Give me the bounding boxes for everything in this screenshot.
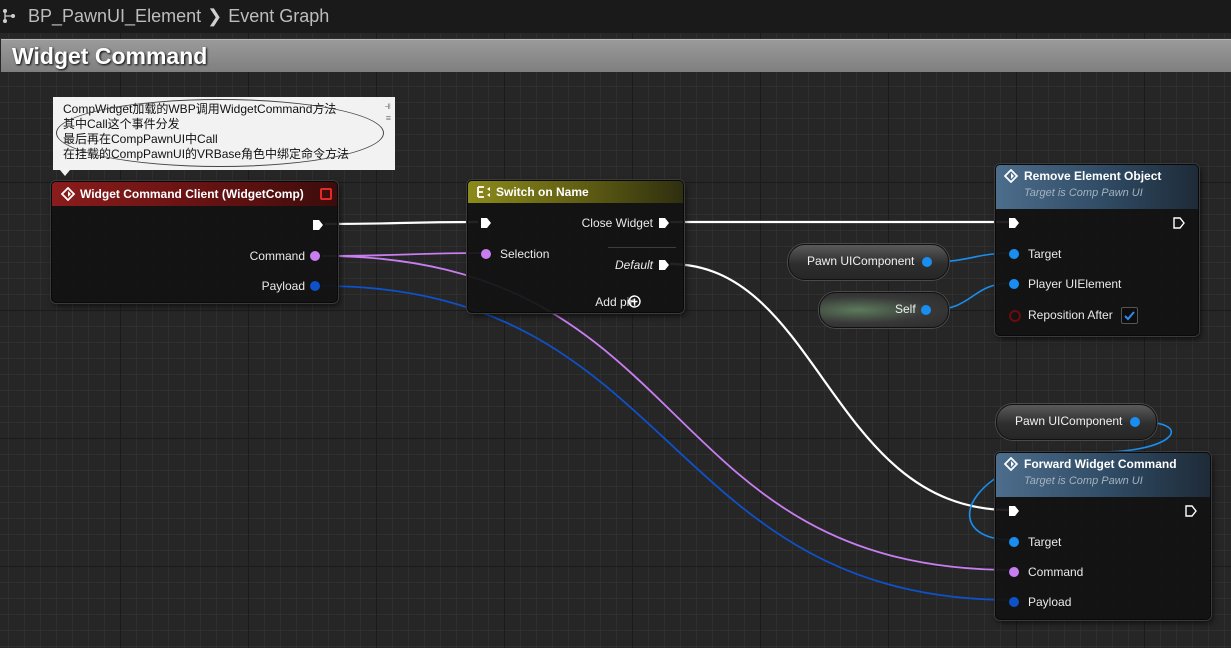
- pawn-ui-component-getter-1[interactable]: Pawn UIComponent: [788, 244, 949, 280]
- forward-node-title: Forward Widget Command: [1024, 457, 1177, 471]
- event-command-pin[interactable]: [310, 251, 320, 261]
- remove-exec-out-pin[interactable]: [1173, 217, 1185, 229]
- name-wire-command-to-selection: [321, 252, 485, 257]
- function-icon: [1004, 457, 1018, 471]
- remove-node-title: Remove Element Object: [1024, 169, 1162, 183]
- checkmark-icon: [1124, 311, 1135, 321]
- pawn-ui-component-label-1: Pawn UIComponent: [807, 254, 915, 268]
- event-command-label: Command: [249, 249, 305, 263]
- switch-default-pin[interactable]: [658, 259, 670, 271]
- event-payload-label: Payload: [261, 279, 305, 293]
- add-pin-plus-icon[interactable]: [628, 295, 641, 308]
- event-node-title: Widget Command Client (WidgetComp): [80, 187, 304, 201]
- remove-target-pin[interactable]: [1009, 249, 1019, 259]
- switch-node-title: Switch on Name: [496, 185, 589, 199]
- forward-target-label: Target: [1028, 535, 1062, 549]
- note-line-1: CompWidget加载的WBP调用WidgetCommand方法: [63, 102, 337, 116]
- comment-note[interactable]: CompWidget加载的WBP调用WidgetCommand方法 其中Call…: [53, 97, 395, 170]
- note-line-4: 在挂载的CompPawnUI的VRBase角色中绑定命令方法: [63, 147, 350, 161]
- pawn-ui-component-getter-2[interactable]: Pawn UIComponent: [996, 404, 1157, 440]
- switch-default-label: Default: [614, 258, 653, 272]
- note-tail: [60, 170, 70, 176]
- switch-exec-in-pin[interactable]: [480, 217, 492, 229]
- forward-target-pin[interactable]: [1009, 537, 1019, 547]
- reposition-after-checkbox[interactable]: [1121, 307, 1138, 324]
- event-diamond-icon: [61, 187, 75, 201]
- forward-payload-pin[interactable]: [1009, 597, 1019, 607]
- pawn-ui-component-out-pin-1[interactable]: [922, 257, 932, 267]
- switch-case-close-widget-label: Close Widget: [581, 216, 653, 230]
- pawn-ui-component-out-pin-2[interactable]: [1130, 417, 1140, 427]
- forward-command-pin[interactable]: [1009, 567, 1019, 577]
- function-icon: [1004, 169, 1018, 183]
- exec-wire-event-to-switch: [324, 220, 479, 226]
- self-reference-node[interactable]: Self: [819, 292, 949, 328]
- remove-node-subtitle: Target is Comp Pawn UI: [1024, 187, 1143, 199]
- event-payload-pin[interactable]: [310, 281, 320, 291]
- forward-exec-out-pin[interactable]: [1185, 505, 1197, 517]
- remove-element-object-node[interactable]: Remove Element Object Target is Comp Paw…: [995, 164, 1199, 336]
- struct-wire-payload-to-forward: [321, 285, 1014, 601]
- self-out-pin[interactable]: [921, 305, 931, 315]
- forward-command-label: Command: [1028, 565, 1084, 579]
- self-label: Self: [895, 302, 916, 316]
- note-line-3: 最后再在CompPawnUI中Call: [63, 132, 218, 146]
- remove-element-pin[interactable]: [1009, 279, 1019, 289]
- delegate-pin-icon[interactable]: [320, 188, 332, 200]
- remove-reposition-pin[interactable]: [1009, 310, 1021, 322]
- event-exec-out-pin[interactable]: [312, 219, 324, 231]
- switch-on-name-node[interactable]: Switch on Name Close Widget Selection De…: [467, 180, 684, 313]
- note-lines-icon: ≡: [385, 113, 391, 123]
- remove-target-label: Target: [1028, 247, 1062, 261]
- forward-widget-command-node[interactable]: Forward Widget Command Target is Comp Pa…: [995, 452, 1211, 620]
- note-line-2: 其中Call这个事件分发: [63, 117, 180, 131]
- remove-exec-in-pin[interactable]: [1008, 217, 1020, 229]
- forward-payload-label: Payload: [1028, 595, 1072, 609]
- switch-selection-label: Selection: [500, 247, 550, 261]
- forward-exec-in-pin[interactable]: [1008, 505, 1020, 517]
- forward-node-subtitle: Target is Comp Pawn UI: [1024, 475, 1143, 487]
- switch-case-close-widget-pin[interactable]: [658, 217, 670, 229]
- pawn-ui-component-label-2: Pawn UIComponent: [1015, 414, 1123, 428]
- event-node-widget-command-client[interactable]: Widget Command Client (WidgetComp) Comma…: [51, 181, 338, 303]
- remove-element-label: Player UIElement: [1028, 277, 1122, 291]
- remove-reposition-label: Reposition After: [1028, 308, 1113, 322]
- switch-default-divider: [608, 247, 676, 248]
- switch-selection-pin[interactable]: [481, 249, 491, 259]
- switch-icon: [477, 186, 490, 198]
